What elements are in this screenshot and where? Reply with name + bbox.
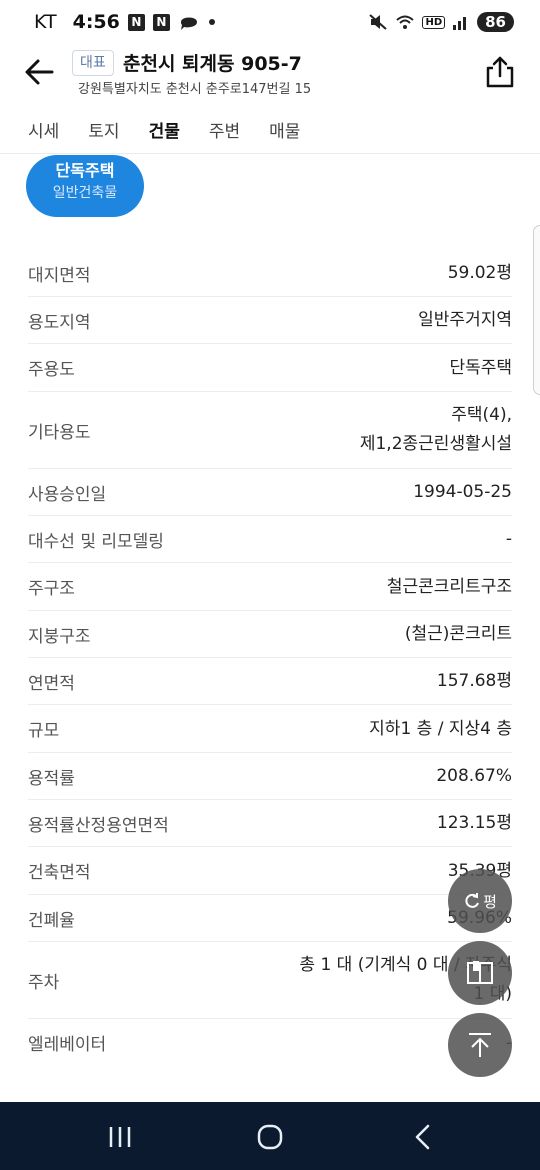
detail-value-line: 제1,2종근린생활시설: [359, 434, 512, 454]
detail-value: 일반주거지역: [418, 310, 512, 330]
tab-building[interactable]: 건물: [149, 117, 180, 142]
detail-row: 주차 총 1 대 (기계식 0 대 / 자주식 1 대): [28, 942, 512, 1019]
detail-row: 기타용도 주택(4), 제1,2종근린생활시설: [28, 392, 512, 469]
detail-row: 건축면적 35.39평: [28, 847, 512, 895]
status-bar: KT 4:56 N N HD 86: [0, 0, 540, 44]
detail-row: 주용도 단독주택: [28, 344, 512, 392]
hd-icon: HD: [422, 15, 446, 29]
chat-notification-icon: [180, 17, 197, 30]
detail-value: 1994-05-25: [413, 482, 512, 502]
detail-label: 사용승인일: [28, 484, 107, 505]
detail-label: 주구조: [28, 579, 75, 599]
detail-value: 철근콘크리트구조: [386, 576, 512, 597]
carrier-label: KT: [34, 11, 57, 33]
detail-label: 규모: [28, 721, 60, 741]
detail-label: 대지면적: [28, 265, 91, 286]
building-category: 일반건축물: [52, 185, 118, 201]
detail-label: 기타용도: [28, 422, 91, 443]
detail-label: 지붕구조: [28, 626, 91, 647]
naver-notification-icon: N: [127, 13, 145, 31]
representative-tag: 대표: [72, 50, 114, 76]
arrow-up-to-top-icon: [469, 1033, 491, 1057]
detail-row: 대수선 및 리모델링 -: [28, 516, 512, 563]
detail-value: 주택(4), 제1,2종근린생활시설: [360, 401, 512, 459]
detail-value: 59.02평: [447, 263, 512, 283]
battery-level: 86: [477, 12, 514, 32]
building-type: 단독주택: [55, 161, 115, 180]
detail-label: 연면적: [28, 673, 75, 694]
unit-toggle-button[interactable]: 평: [448, 869, 512, 933]
refresh-icon: [465, 893, 480, 908]
address-subtitle: 강원특별자치도 춘천시 춘주로147번길 15: [78, 82, 312, 97]
map-book-button[interactable]: [448, 941, 512, 1005]
app-header: 대표 춘천시 퇴계동 905-7 강원특별자치도 춘천시 춘주로147번길 15: [0, 44, 540, 106]
detail-value: 지하1 층 / 지상4 층: [369, 718, 512, 739]
building-details-list: 대지면적 59.02평 용도지역 일반주거지역 주용도 단독주택 기타용도 주택…: [28, 250, 512, 1066]
detail-label: 주차: [28, 972, 60, 993]
book-icon: [467, 961, 493, 984]
scroll-top-button[interactable]: [448, 1013, 512, 1077]
detail-value: 단독주택: [449, 357, 512, 378]
back-nav-icon[interactable]: [408, 1122, 438, 1152]
detail-value-line: 주택(4),: [451, 405, 512, 425]
system-nav-bar: [0, 1102, 540, 1170]
section-tabs: 시세 토지 건물 주변 매물: [0, 106, 540, 154]
unit-label: 평: [483, 892, 497, 911]
detail-row: 용적률 208.67%: [28, 753, 512, 800]
detail-value: (철근)콘크리트: [404, 624, 512, 644]
detail-row: 주구조 철근콘크리트구조: [28, 563, 512, 611]
detail-row: 엘레베이터 -: [28, 1019, 512, 1066]
wifi-icon: [396, 15, 415, 29]
tab-listings[interactable]: 매물: [269, 117, 300, 142]
detail-row: 연면적 157.68평: [28, 658, 512, 705]
detail-value: 208.67%: [436, 766, 512, 786]
side-drawer-handle[interactable]: [533, 225, 540, 395]
clock: 4:56: [72, 11, 120, 33]
detail-label: 건축면적: [28, 863, 91, 883]
tab-surroundings[interactable]: 주변: [209, 117, 240, 142]
detail-label: 용적률산정용연면적: [28, 815, 169, 836]
detail-row: 대지면적 59.02평: [28, 250, 512, 297]
back-arrow-icon[interactable]: [22, 54, 58, 90]
detail-label: 용적률: [28, 768, 75, 789]
signal-icon: [453, 17, 467, 30]
detail-row: 지붕구조 (철근)콘크리트: [28, 611, 512, 658]
detail-row: 규모 지하1 층 / 지상4 층: [28, 705, 512, 753]
detail-row: 사용승인일 1994-05-25: [28, 469, 512, 516]
detail-label: 용도지역: [28, 312, 91, 333]
home-icon[interactable]: [255, 1122, 285, 1152]
recent-apps-icon[interactable]: [105, 1122, 135, 1152]
detail-label: 건폐율: [28, 910, 75, 931]
tab-price[interactable]: 시세: [28, 117, 59, 142]
dot-icon: [208, 19, 215, 25]
detail-value: 157.68평: [436, 671, 512, 691]
detail-row: 건폐율 59.96%: [28, 895, 512, 942]
share-icon[interactable]: [484, 54, 516, 90]
naver-notification-icon: N: [152, 13, 170, 31]
tab-land[interactable]: 토지: [88, 117, 119, 142]
detail-row: 용도지역 일반주거지역: [28, 297, 512, 344]
detail-row: 용적률산정용연면적 123.15평: [28, 800, 512, 847]
detail-label: 대수선 및 리모델링: [28, 531, 164, 552]
mute-icon: [369, 14, 388, 30]
page-title: 춘천시 퇴계동 905-7: [123, 53, 302, 75]
detail-label: 엘레베이터: [28, 1035, 107, 1055]
detail-value: 123.15평: [436, 813, 512, 833]
building-type-pill[interactable]: 단독주택 일반건축물: [26, 155, 144, 217]
detail-label: 주용도: [28, 360, 75, 380]
detail-value: -: [505, 529, 512, 549]
